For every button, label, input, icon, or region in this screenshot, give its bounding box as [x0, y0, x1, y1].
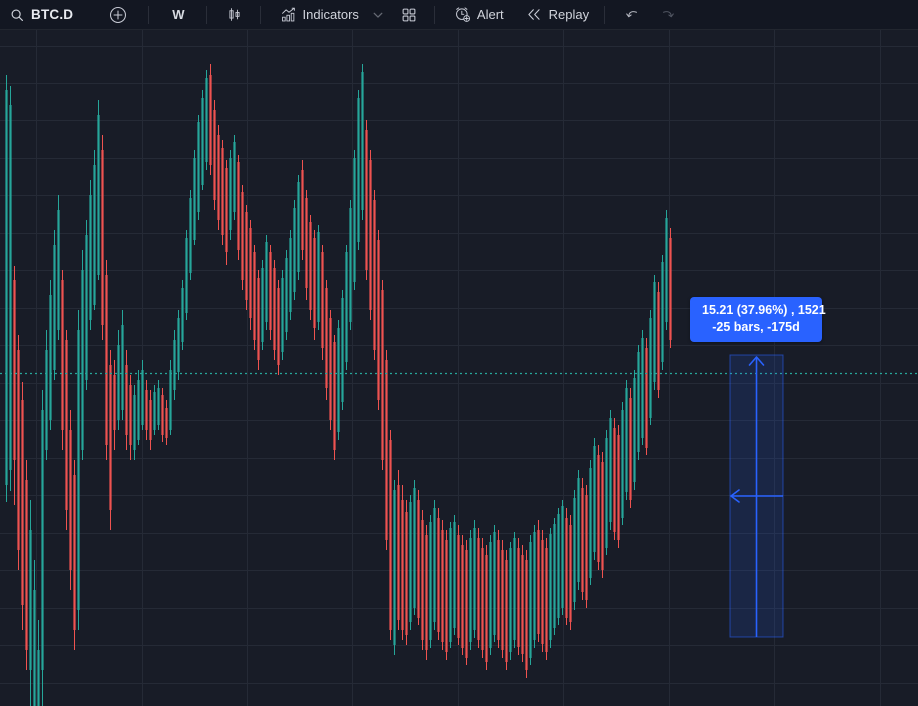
redo-button[interactable]: [652, 2, 683, 28]
measure-tooltip: 15.21 (37.96%) , 1521 -25 bars, -175d: [690, 297, 826, 342]
chart-type-button[interactable]: [219, 2, 250, 28]
undo-arrow-icon: [624, 6, 641, 23]
redo-arrow-icon: [659, 6, 676, 23]
symbol-label: BTC.D: [31, 7, 74, 22]
layouts-button[interactable]: [394, 2, 424, 28]
toolbar-divider-2: [205, 5, 207, 24]
undo-button[interactable]: [617, 2, 648, 28]
alert-label: Alert: [476, 7, 504, 22]
indicators-icon: [280, 6, 297, 23]
rewind-icon: [526, 6, 543, 23]
plus-circle-icon: [109, 6, 127, 24]
chevron-down-icon: [372, 9, 384, 21]
grid-layouts-icon: [401, 7, 417, 23]
measure-tool-overlay[interactable]: [0, 30, 918, 706]
indicators-dropdown-button[interactable]: [366, 2, 390, 28]
toolbar-divider-1: [148, 5, 150, 24]
replay-label: Replay: [548, 7, 590, 22]
toolbar-divider-4: [433, 5, 435, 24]
measure-bars-change: -25 bars, -175d: [712, 320, 800, 334]
indicators-label: Indicators: [302, 7, 359, 22]
alarm-clock-plus-icon: [454, 6, 471, 23]
measure-price-change: 15.21 (37.96%) , 1521: [702, 303, 826, 317]
trading-chart-app: BTC.D W Indicators Alert Replay 15.21 (3…: [0, 0, 918, 706]
candlestick-icon: [226, 6, 243, 23]
chart-pane[interactable]: 15.21 (37.96%) , 1521 -25 bars, -175d: [0, 30, 918, 706]
symbol-search-button[interactable]: BTC.D: [0, 2, 80, 28]
top-toolbar: BTC.D W Indicators Alert Replay: [0, 0, 918, 30]
indicators-button[interactable]: Indicators: [273, 2, 366, 28]
interval-button[interactable]: W: [161, 2, 195, 28]
search-icon: [10, 8, 24, 22]
add-symbol-button[interactable]: [102, 2, 134, 28]
toolbar-divider-5: [604, 5, 606, 24]
toolbar-divider-3: [259, 5, 261, 24]
alert-button[interactable]: Alert: [447, 2, 511, 28]
replay-button[interactable]: Replay: [519, 2, 596, 28]
